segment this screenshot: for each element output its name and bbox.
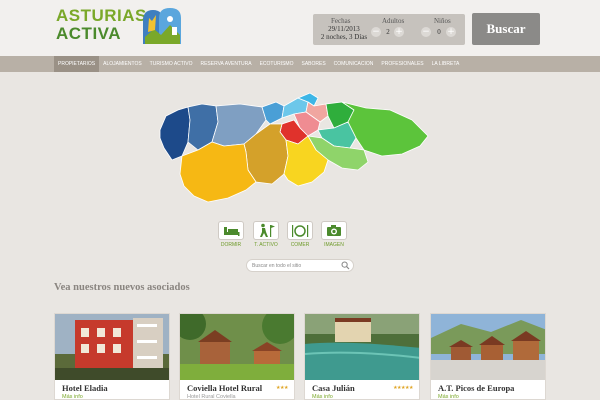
card-title: Coviella Hotel Rural — [187, 383, 263, 393]
bed-icon — [224, 227, 240, 236]
section-title: Vea nuestros nuevos asociados — [54, 282, 190, 293]
map-region-far-west[interactable] — [159, 106, 191, 161]
nav-item-profesionales[interactable]: Profesionales — [377, 56, 427, 72]
logo-text: ASTURIAS ACTIVA — [56, 7, 147, 43]
ninos-label: Niños — [434, 17, 451, 25]
card-rating-stars: ★★★ — [276, 385, 288, 391]
nav-item-alojamientos[interactable]: Alojamientos — [99, 56, 146, 72]
associate-card[interactable]: Coviella Hotel Rural ★★★ Hotel Rural Cov… — [179, 313, 295, 400]
category-t-activo[interactable]: T. Activo — [251, 221, 281, 248]
nav-item-propietarios[interactable]: Propietarios — [54, 56, 100, 72]
site-logo[interactable]: ASTURIAS ACTIVA — [56, 7, 186, 45]
plate-icon — [292, 225, 309, 237]
ninos-plus-button[interactable]: + — [446, 27, 456, 37]
buscar-button[interactable]: Buscar — [472, 13, 540, 45]
hotel-eladia-photo — [55, 314, 169, 380]
ninos-stepper: − 0 + — [421, 27, 457, 38]
casa-julian-photo — [305, 314, 419, 380]
category-imagen[interactable]: Imagen — [319, 221, 349, 248]
category-imagen-label: Imagen — [324, 242, 344, 248]
fechas-label: Fechas — [331, 17, 351, 25]
logo-emblem-icon — [143, 8, 181, 44]
adultos-minus-button[interactable]: − — [371, 27, 381, 37]
camera-icon — [327, 225, 341, 236]
card-rating-stars: ★★★★★ — [393, 385, 413, 391]
card-title: A.T. Picos de Europa — [438, 383, 515, 393]
card-title: Hotel Eladia — [62, 383, 108, 393]
associate-card[interactable]: Hotel Eladia Más info — [54, 313, 170, 400]
nav-item-turismo-activo[interactable]: Turismo activo — [146, 56, 197, 72]
category-t-activo-label: T. Activo — [254, 242, 278, 248]
nav-item-reserva-aventura[interactable]: Reserva aventura — [196, 56, 255, 72]
nights-value: 2 noches, 3 Días — [320, 33, 368, 41]
map-region-yellow[interactable] — [179, 141, 257, 203]
nav-item-la-libreta[interactable]: La libreta — [428, 56, 464, 72]
search-icon[interactable] — [341, 261, 350, 270]
picos-de-europa-photo — [431, 314, 545, 380]
adultos-label: Adultos — [382, 17, 405, 25]
booking-widget: Fechas 29/11/2013 2 noches, 3 Días Adult… — [313, 14, 465, 45]
category-dormir-label: Dormir — [220, 242, 242, 248]
main-nav: Propietarios Alojamientos Turismo activo… — [0, 56, 600, 72]
card-more-info-link[interactable]: Más info — [312, 394, 333, 399]
card-more-info-link[interactable]: Más info — [62, 394, 83, 399]
card-more-info-link[interactable]: Más info — [438, 394, 459, 399]
adultos-stepper: − 2 + — [371, 27, 405, 38]
date-value: 29/11/2013 — [328, 25, 360, 33]
asturias-region-map — [159, 92, 429, 203]
category-comer[interactable]: Comer — [285, 221, 315, 248]
associate-card[interactable]: A.T. Picos de Europa Más info — [430, 313, 546, 400]
associate-card[interactable]: Casa Julián ★★★★★ Más info — [304, 313, 420, 400]
nav-item-sabores[interactable]: Sabores — [297, 56, 329, 72]
hiker-icon — [260, 223, 275, 237]
date-selector[interactable]: 29/11/2013 2 noches, 3 Días — [319, 25, 369, 41]
adultos-plus-button[interactable]: + — [394, 27, 404, 37]
card-title: Casa Julián — [312, 383, 355, 393]
coviella-hotel-photo — [180, 314, 294, 380]
nav-item-ecoturismo[interactable]: Ecoturismo — [256, 56, 298, 72]
category-dormir[interactable]: Dormir — [216, 221, 246, 248]
map-region-green[interactable] — [341, 101, 429, 157]
site-search-input[interactable] — [252, 261, 340, 271]
site-search-box — [246, 259, 354, 272]
site-header: ASTURIAS ACTIVA Fechas 29/11/2013 2 noch… — [0, 0, 600, 56]
adultos-value: 2 — [386, 28, 390, 36]
ninos-minus-button[interactable]: − — [421, 27, 431, 37]
category-comer-label: Comer — [290, 242, 310, 248]
ninos-value: 0 — [437, 28, 441, 36]
logo-line-2: ACTIVA — [56, 24, 122, 43]
nav-item-comunicacion[interactable]: Comunicacion — [330, 56, 378, 72]
logo-line-1: ASTURIAS — [56, 6, 147, 25]
card-subtitle: Hotel Rural Coviella — [187, 394, 236, 400]
